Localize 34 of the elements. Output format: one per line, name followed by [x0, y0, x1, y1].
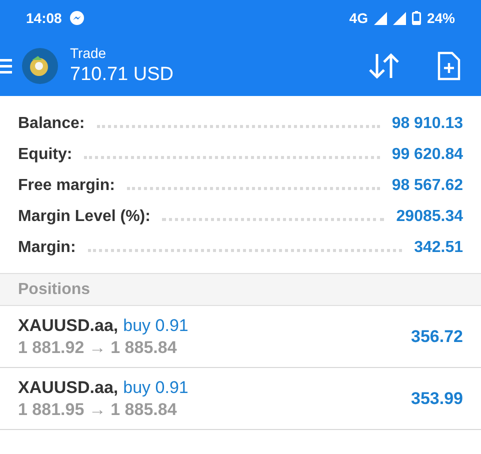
price-range: 1 881.92 → 1 885.84	[18, 336, 178, 358]
section-header: Positions	[0, 274, 481, 306]
order-type: buy 0.91	[123, 315, 188, 336]
summary-label: Margin:	[18, 238, 76, 258]
new-order-icon[interactable]	[437, 51, 461, 81]
position-symbol: XAUUSD.aa,	[18, 315, 118, 336]
price-range: 1 881.95 → 1 885.84	[18, 398, 178, 420]
menu-icon[interactable]	[0, 56, 12, 76]
summary-label: Balance:	[18, 114, 85, 134]
messenger-icon	[70, 11, 84, 25]
summary-value: 342.51	[414, 238, 463, 258]
summary-label: Free margin:	[18, 176, 115, 196]
summary-value: 99 620.84	[392, 144, 463, 164]
position-row[interactable]: XAUUSD.aa, buy 0.91 1 881.92 → 1 885.84 356.72	[0, 306, 481, 368]
order-type: buy 0.91	[123, 377, 188, 398]
battery-level: 24%	[426, 8, 455, 28]
signal-icon	[392, 12, 406, 24]
position-symbol: XAUUSD.aa,	[18, 377, 118, 398]
summary-label: Margin Level (%):	[18, 206, 150, 226]
summary-value: 29085.34	[396, 206, 463, 226]
clock-time: 14:08	[26, 8, 62, 28]
position-row[interactable]: XAUUSD.aa, buy 0.91 1 881.95 → 1 885.84 353.99	[0, 368, 481, 430]
network-type: 4G	[349, 8, 368, 28]
account-balance: 710.71 USD	[70, 62, 174, 87]
battery-icon	[412, 11, 421, 25]
position-profit: 353.99	[411, 388, 463, 410]
data-signal-icon	[374, 12, 387, 24]
summary-value: 98 910.13	[392, 114, 463, 134]
sort-icon[interactable]	[367, 52, 401, 80]
app-logo-icon	[22, 48, 58, 84]
screen-title: Trade	[70, 45, 108, 63]
summary-label: Equity:	[18, 144, 72, 164]
summary-value: 98 567.62	[392, 176, 463, 196]
position-profit: 356.72	[411, 326, 463, 348]
